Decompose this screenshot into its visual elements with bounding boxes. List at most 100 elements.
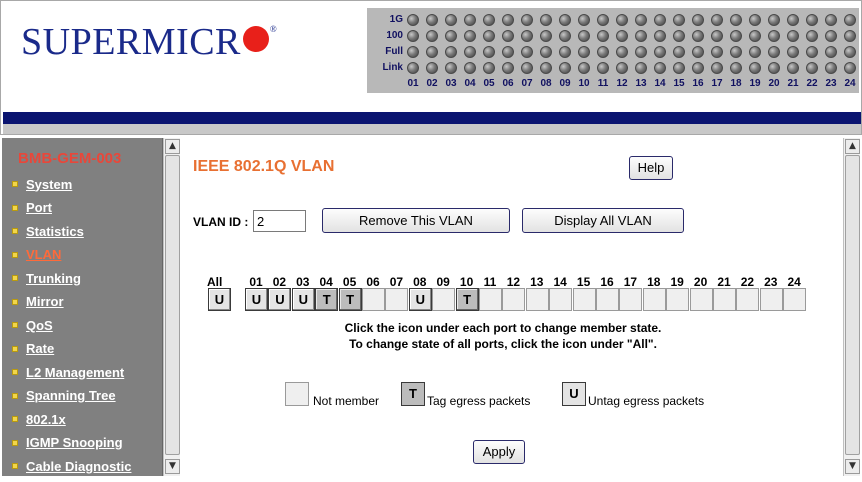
port-state-toggle[interactable]	[385, 288, 409, 311]
sidebar-item-label[interactable]: Statistics	[26, 224, 84, 239]
port-state-toggle[interactable]: T	[455, 288, 479, 311]
remove-vlan-button[interactable]: Remove This VLAN	[322, 208, 510, 233]
port-state-toggle[interactable]	[689, 288, 713, 311]
port-led-icon	[426, 46, 438, 58]
port-state-toggle[interactable]	[525, 288, 549, 311]
sidebar-item-label[interactable]: 802.1x	[26, 412, 66, 427]
port-state-toggle[interactable]	[783, 288, 807, 311]
port-led-icon	[616, 62, 628, 74]
led-port-number: 21	[787, 78, 799, 89]
bullet-icon	[12, 416, 18, 422]
port-led-panel: 1G 100 Full Link 01 02 03 04 05 06 07 08 09 10 11 12 13 1…	[367, 8, 859, 93]
led-port-number: 22	[806, 78, 818, 89]
port-led-icon	[616, 30, 628, 42]
apply-button[interactable]: Apply	[473, 440, 525, 464]
sidebar-item-label[interactable]: Rate	[26, 341, 54, 356]
display-all-vlan-button[interactable]: Display All VLAN	[522, 208, 684, 233]
sidebar-item-trunking[interactable]: Trunking	[12, 267, 81, 289]
sidebar-item-rate[interactable]: Rate	[12, 338, 54, 360]
led-port-number: 07	[521, 78, 533, 89]
port-state-toggle[interactable]	[479, 288, 502, 311]
help-button[interactable]: Help	[629, 156, 673, 180]
supermicro-logo: SUPERMICR ®	[21, 23, 277, 61]
port-led-icon	[521, 30, 533, 42]
all-ports-label: All	[207, 275, 223, 289]
sidebar-item-label[interactable]: L2 Management	[26, 365, 124, 380]
sidebar-item-label[interactable]: Spanning Tree	[26, 388, 116, 403]
sidebar-item-port[interactable]: Port	[12, 197, 52, 219]
port-led-icon	[445, 30, 457, 42]
port-led-icon	[597, 62, 609, 74]
vlan-id-input[interactable]	[253, 210, 306, 232]
sidebar-item-label[interactable]: Mirror	[26, 294, 64, 309]
port-led-icon	[445, 14, 457, 26]
sidebar-item-label[interactable]: Cable Diagnostic	[26, 459, 131, 474]
port-state-toggle[interactable]: U	[408, 288, 432, 311]
scroll-up-icon[interactable]: ▲	[165, 139, 180, 154]
port-state-toggle[interactable]	[619, 288, 643, 311]
bullet-icon	[12, 392, 18, 399]
sidebar-item-statistics[interactable]: Statistics	[12, 220, 84, 242]
port-led-icon	[559, 62, 571, 74]
led-port-number: 06	[502, 78, 514, 89]
port-state-toggle[interactable]	[759, 288, 783, 311]
port-state-toggle[interactable]	[432, 288, 456, 311]
led-port-number: 05	[483, 78, 495, 89]
sidebar-item-l2-management[interactable]: L2 Management	[12, 361, 124, 383]
sidebar-item-system[interactable]: System	[12, 173, 72, 195]
port-state-toggle[interactable]	[736, 288, 760, 311]
sidebar-item-mirror[interactable]: Mirror	[12, 291, 64, 313]
sidebar-item-label[interactable]: VLAN	[26, 247, 61, 262]
scroll-down-icon[interactable]: ▼	[165, 459, 180, 474]
sidebar-item-802-1x[interactable]: 802.1x	[12, 408, 66, 430]
bullet-icon	[12, 439, 18, 446]
port-led-icon	[844, 62, 856, 74]
port-state-toggle[interactable]	[549, 288, 573, 311]
port-led-icon	[711, 62, 723, 74]
sidebar-item-igmp-snooping[interactable]: IGMP Snooping	[12, 432, 123, 454]
sidebar-item-label[interactable]: System	[26, 177, 72, 192]
port-state-toggle[interactable]	[572, 288, 596, 311]
port-state-toggle[interactable]: U	[268, 288, 292, 311]
led-port-number: 09	[559, 78, 571, 89]
main-scrollbar[interactable]: ▲ ▼	[843, 138, 860, 476]
sidebar-scrollbar[interactable]: ▲ ▼	[163, 138, 180, 476]
port-led-icon	[502, 30, 514, 42]
port-number-label: 19	[670, 275, 684, 289]
port-led-icon	[540, 46, 552, 58]
sidebar-item-vlan[interactable]: VLAN	[12, 244, 61, 266]
port-state-toggle[interactable]	[596, 288, 619, 311]
sidebar-item-label[interactable]: Port	[26, 200, 52, 215]
sidebar-item-label[interactable]: Trunking	[26, 271, 81, 286]
sidebar-scroll-thumb[interactable]	[165, 155, 180, 455]
header-navy-bar	[3, 112, 861, 124]
port-led-icon	[673, 30, 685, 42]
port-state-toggle[interactable]	[362, 288, 385, 311]
port-state-toggle[interactable]	[713, 288, 736, 311]
sidebar-item-label[interactable]: QoS	[26, 318, 53, 333]
port-led-icon	[711, 46, 723, 58]
all-ports-state-toggle[interactable]: U	[208, 288, 231, 311]
sidebar-item-cable-diagnostic[interactable]: Cable Diagnostic	[12, 455, 131, 477]
port-state-toggle[interactable]: T	[338, 288, 362, 311]
port-led-icon	[464, 30, 476, 42]
port-led-icon	[464, 14, 476, 26]
port-number-label: 08	[413, 275, 427, 289]
sidebar-item-label[interactable]: IGMP Snooping	[26, 435, 123, 450]
main-scroll-thumb[interactable]	[845, 155, 860, 455]
port-state-toggle[interactable]: U	[245, 288, 268, 311]
port-state-toggle[interactable]	[642, 288, 666, 311]
port-state-toggle[interactable]	[502, 288, 526, 311]
header-frame: SUPERMICR ® 1G 100 Full Link 01 02 03 04 05 06 07 08…	[0, 0, 862, 135]
led-port-number: 18	[730, 78, 742, 89]
sidebar-item-qos[interactable]: QoS	[12, 314, 53, 336]
scroll-up-icon[interactable]: ▲	[845, 139, 860, 154]
port-state-toggle[interactable]	[666, 288, 690, 311]
port-state-toggle[interactable]: U	[291, 288, 315, 311]
port-number-label: 05	[342, 275, 357, 289]
sidebar-item-spanning-tree[interactable]: Spanning Tree	[12, 385, 116, 407]
led-row-label: 100	[386, 30, 403, 41]
port-number-label: 24	[787, 275, 801, 289]
port-state-toggle[interactable]: T	[315, 288, 339, 311]
scroll-down-icon[interactable]: ▼	[845, 459, 860, 474]
